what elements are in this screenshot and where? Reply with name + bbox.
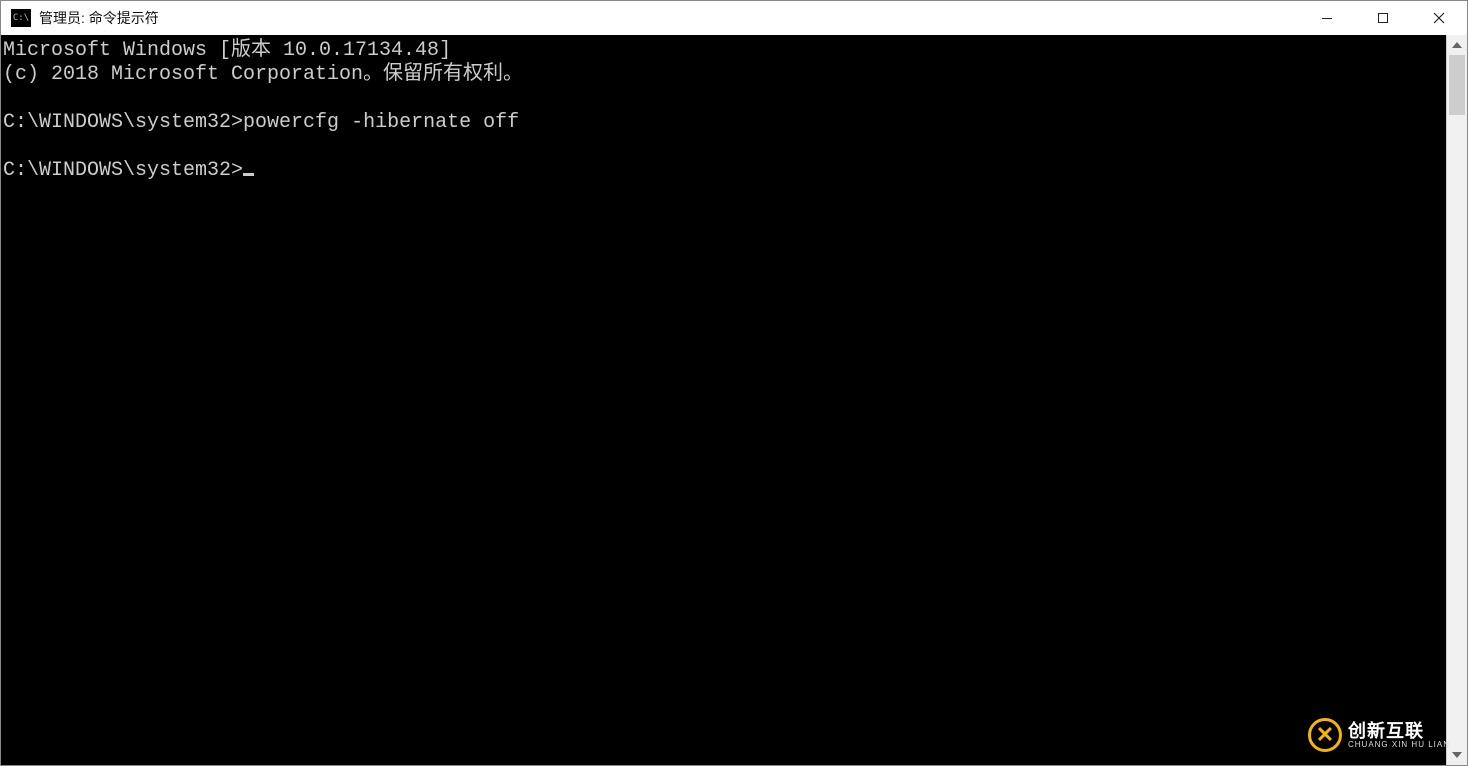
cursor <box>243 173 254 176</box>
scroll-up-button[interactable] <box>1447 35 1467 55</box>
prompt: C:\WINDOWS\system32> <box>3 159 243 182</box>
close-icon <box>1433 12 1445 24</box>
minimize-button[interactable] <box>1299 1 1355 35</box>
close-button[interactable] <box>1411 1 1467 35</box>
scroll-track[interactable] <box>1447 55 1467 745</box>
output-line: Microsoft Windows [版本 10.0.17134.48] <box>3 39 451 62</box>
vertical-scrollbar[interactable] <box>1446 35 1467 765</box>
maximize-icon <box>1377 12 1389 24</box>
prompt: C:\WINDOWS\system32> <box>3 111 243 134</box>
titlebar[interactable]: C:\ 管理员: 命令提示符 <box>1 1 1467 35</box>
client-area: Microsoft Windows [版本 10.0.17134.48] (c)… <box>1 35 1467 765</box>
minimize-icon <box>1321 12 1333 24</box>
command-prompt-window: C:\ 管理员: 命令提示符 Microsoft Windows [版本 10.… <box>0 0 1468 766</box>
watermark-logo-icon: ✕ <box>1308 718 1342 752</box>
chevron-up-icon <box>1452 42 1462 48</box>
cmd-icon: C:\ <box>11 9 31 27</box>
scroll-thumb[interactable] <box>1449 55 1465 115</box>
watermark-text: 创新互联 <box>1348 722 1450 740</box>
terminal-output[interactable]: Microsoft Windows [版本 10.0.17134.48] (c)… <box>1 35 1446 765</box>
maximize-button[interactable] <box>1355 1 1411 35</box>
watermark: ✕ 创新互联 CHUANG XIN HU LIAN <box>1308 718 1450 752</box>
output-line: (c) 2018 Microsoft Corporation。保留所有权利。 <box>3 63 523 86</box>
window-title: 管理员: 命令提示符 <box>39 8 159 28</box>
chevron-down-icon <box>1452 752 1462 758</box>
entered-command: powercfg -hibernate off <box>243 111 519 134</box>
scroll-down-button[interactable] <box>1447 745 1467 765</box>
watermark-subtext: CHUANG XIN HU LIAN <box>1348 740 1450 749</box>
